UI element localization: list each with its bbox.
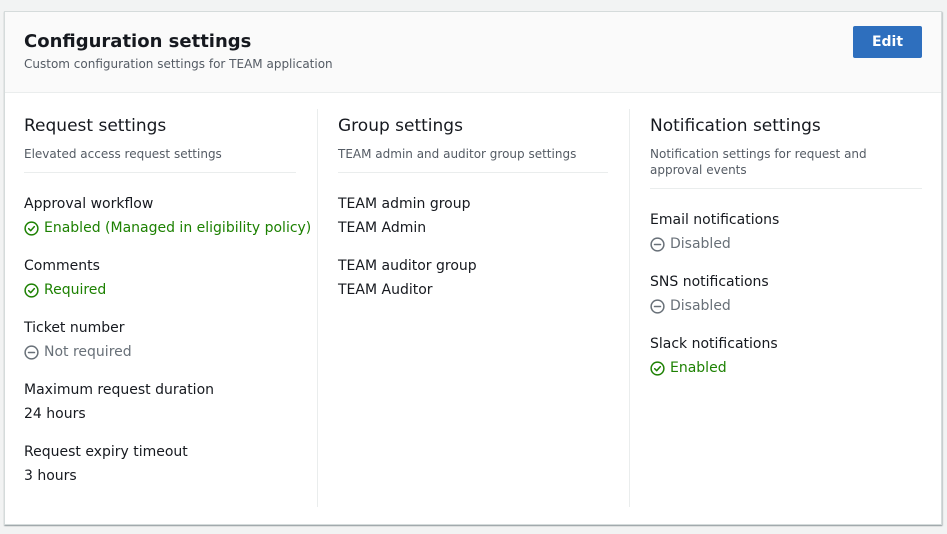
column-divider <box>317 109 318 507</box>
field-value-text: Enabled <box>670 360 727 376</box>
edit-button[interactable]: Edit <box>853 26 922 58</box>
field-value: Disabled <box>650 296 922 316</box>
card-header: Configuration settings Custom configurat… <box>5 12 941 93</box>
field-label: TEAM auditor group <box>338 258 477 274</box>
field-label: SNS notifications <box>650 274 769 290</box>
section-title: Group settings <box>338 116 463 136</box>
team-auditor-group-field: TEAM auditor group TEAM Auditor <box>338 256 608 300</box>
request-expiry-timeout-field: Request expiry timeout 3 hours <box>24 442 296 486</box>
notification-settings-section: Notification settings Notification setti… <box>650 109 922 507</box>
check-circle-icon <box>24 220 39 236</box>
email-notifications-field: Email notifications Disabled <box>650 210 922 254</box>
comments-field: Comments Required <box>24 256 296 300</box>
section-title: Notification settings <box>650 116 821 136</box>
field-value: 24 hours <box>24 406 86 422</box>
field-value-text: Not required <box>44 344 132 360</box>
field-label: Comments <box>24 258 100 274</box>
field-value: TEAM Auditor <box>338 282 433 298</box>
slack-notifications-field: Slack notifications Enabled <box>650 334 922 378</box>
field-label: Slack notifications <box>650 336 778 352</box>
maximum-request-duration-field: Maximum request duration 24 hours <box>24 380 296 424</box>
field-value: Enabled <box>650 358 922 378</box>
section-description: Elevated access request settings <box>24 146 296 173</box>
check-circle-icon <box>24 282 39 298</box>
field-label: Email notifications <box>650 212 780 228</box>
minus-circle-icon <box>650 298 665 314</box>
minus-circle-icon <box>24 344 39 360</box>
field-label: Request expiry timeout <box>24 444 188 460</box>
minus-circle-icon <box>650 236 665 252</box>
section-title: Request settings <box>24 116 167 136</box>
section-description: Notification settings for request and ap… <box>650 146 922 189</box>
approval-workflow-field: Approval workflow Enabled (Managed in el… <box>24 194 311 238</box>
field-value: Not required <box>24 342 296 362</box>
field-value-text: Enabled (Managed in eligibility policy) <box>44 220 312 236</box>
field-label: Ticket number <box>24 320 125 336</box>
configuration-settings-card: Configuration settings Custom configurat… <box>4 11 942 525</box>
field-value: Disabled <box>650 234 922 254</box>
field-value-text: Disabled <box>670 236 731 252</box>
column-divider <box>629 109 630 507</box>
card-title: Configuration settings <box>24 31 252 52</box>
field-value: Enabled (Managed in eligibility policy) <box>24 218 311 238</box>
sns-notifications-field: SNS notifications Disabled <box>650 272 922 316</box>
field-value-text: Disabled <box>670 298 731 314</box>
section-description: TEAM admin and auditor group settings <box>338 146 608 173</box>
team-admin-group-field: TEAM admin group TEAM Admin <box>338 194 608 238</box>
check-circle-icon <box>650 360 665 376</box>
field-value-text: Required <box>44 282 107 298</box>
group-settings-section: Group settings TEAM admin and auditor gr… <box>338 109 608 507</box>
field-label: Maximum request duration <box>24 382 215 398</box>
field-value: TEAM Admin <box>338 220 427 236</box>
field-value: 3 hours <box>24 468 77 484</box>
field-label: TEAM admin group <box>338 196 471 212</box>
card-description: Custom configuration settings for TEAM a… <box>24 57 333 71</box>
field-label: Approval workflow <box>24 196 154 212</box>
request-settings-section: Request settings Elevated access request… <box>24 109 311 507</box>
field-value: Required <box>24 280 296 300</box>
ticket-number-field: Ticket number Not required <box>24 318 296 362</box>
